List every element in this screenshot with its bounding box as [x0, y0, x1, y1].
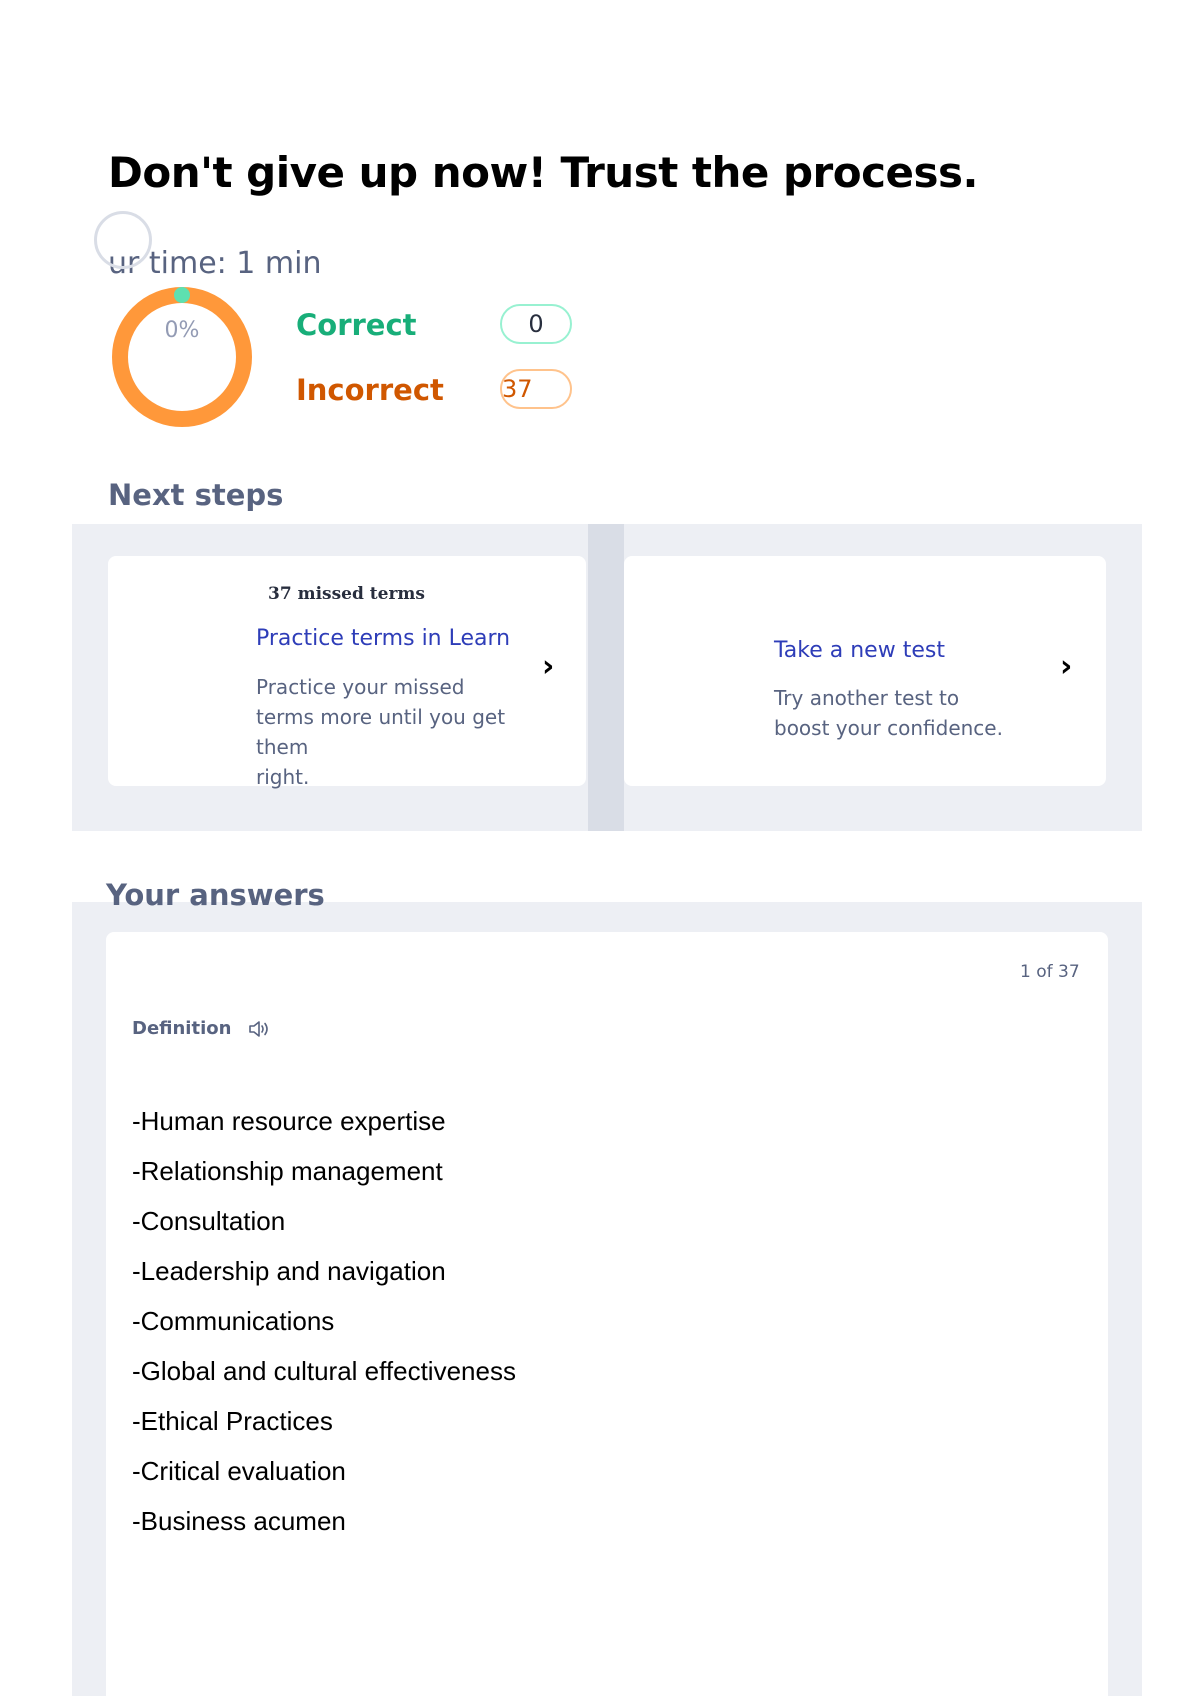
definition-line: -Communications	[132, 1306, 335, 1336]
definition-text: -Human resource expertise -Relationship …	[132, 1096, 516, 1546]
page-headline: Don't give up now! Trust the process.	[108, 148, 978, 197]
donut-correct-marker	[174, 287, 190, 303]
definition-line: -Relationship management	[132, 1156, 443, 1186]
definition-line: -Ethical Practices	[132, 1406, 333, 1436]
description-line: Try another test to	[774, 686, 960, 710]
definition-line: -Consultation	[132, 1206, 286, 1236]
donut-incorrect-ring	[112, 287, 252, 427]
missed-terms-count: 37 missed terms	[268, 584, 425, 604]
definition-line: -Human resource expertise	[132, 1106, 446, 1136]
definition-label: Definition	[132, 1018, 232, 1039]
description-line: boost your confidence.	[774, 716, 1003, 740]
practice-learn-title[interactable]: Practice terms in Learn	[256, 626, 510, 651]
score-donut	[112, 287, 252, 427]
your-answers-heading: Your answers	[106, 878, 325, 912]
incorrect-count-badge: 37	[500, 369, 572, 409]
description-line: them	[256, 735, 309, 759]
correct-label: Correct	[296, 308, 417, 342]
chevron-right-icon[interactable]: ›	[542, 652, 554, 682]
definition-line: -Critical evaluation	[132, 1456, 346, 1486]
question-pager: 1 of 37	[1020, 962, 1080, 982]
new-test-title[interactable]: Take a new test	[774, 638, 945, 663]
definition-line: -Leadership and navigation	[132, 1256, 446, 1286]
loading-ring-icon	[94, 211, 152, 269]
description-line: terms more until you get	[256, 705, 506, 729]
new-test-card[interactable]	[624, 556, 1106, 786]
incorrect-label: Incorrect	[296, 373, 444, 407]
next-steps-heading: Next steps	[108, 478, 284, 512]
definition-line: -Global and cultural effectiveness	[132, 1356, 516, 1386]
definition-line: -Business acumen	[132, 1506, 346, 1536]
description-line: Practice your missed	[256, 675, 465, 699]
percent-correct: 0%	[164, 318, 200, 343]
practice-learn-description: Practice your missed terms more until yo…	[256, 672, 546, 792]
next-steps-divider	[588, 524, 624, 831]
correct-count-badge: 0	[500, 304, 572, 344]
description-line: right.	[256, 765, 310, 789]
chevron-right-icon[interactable]: ›	[1060, 652, 1072, 682]
new-test-description: Try another test to boost your confidenc…	[774, 683, 1044, 743]
speaker-icon[interactable]	[248, 1019, 270, 1039]
